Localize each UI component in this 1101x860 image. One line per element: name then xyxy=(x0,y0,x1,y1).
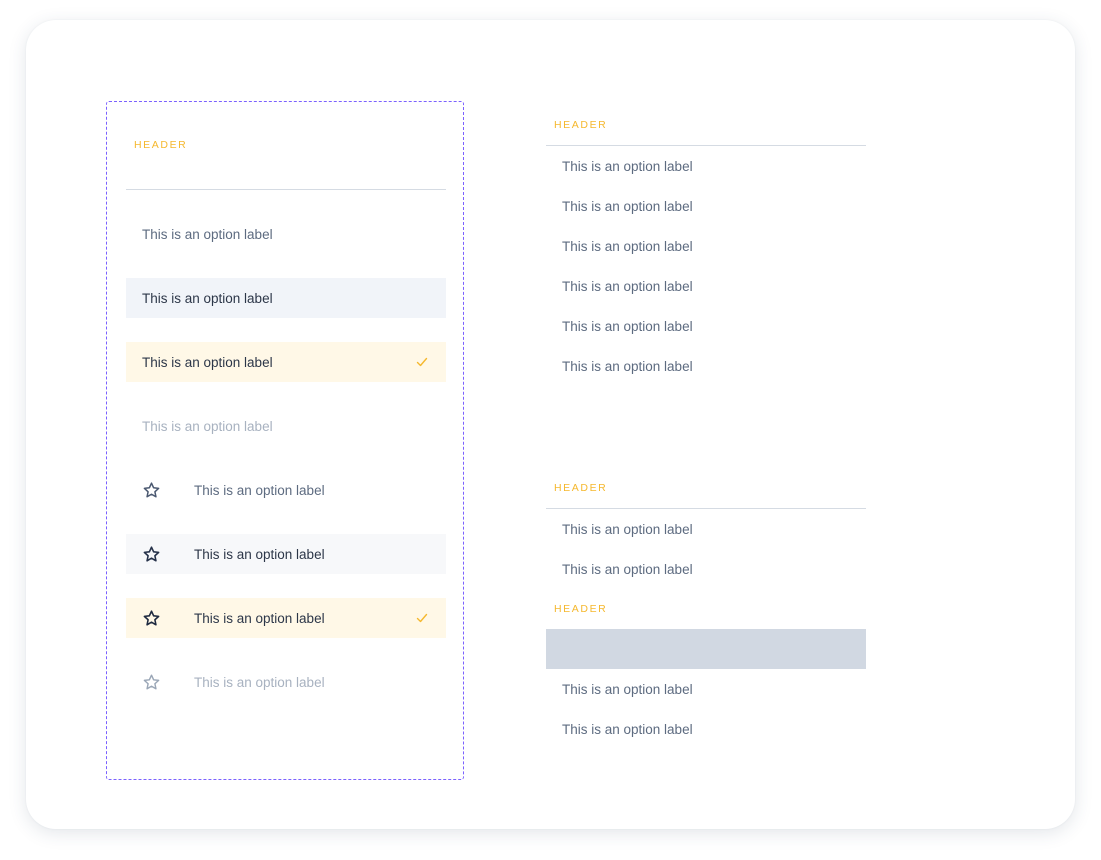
group-header: HEADER xyxy=(554,603,608,615)
option-label: This is an option label xyxy=(562,358,693,374)
option-item-disabled: This is an option label xyxy=(126,406,446,446)
option-label: This is an option label xyxy=(562,721,693,737)
option-label: This is an option label xyxy=(194,546,325,562)
option-label: This is an option label xyxy=(194,482,325,498)
option-label: This is an option label xyxy=(562,198,693,214)
option-item-selected[interactable]: This is an option label xyxy=(126,342,446,382)
check-icon xyxy=(416,613,428,623)
option-label: This is an option label xyxy=(562,561,693,577)
star-icon xyxy=(143,546,160,562)
option-item-hover[interactable]: This is an option label xyxy=(126,278,446,318)
option-item[interactable]: This is an option label xyxy=(546,146,866,186)
group-header: HEADER xyxy=(554,119,608,131)
option-label: This is an option label xyxy=(562,158,693,174)
star-icon xyxy=(143,674,160,690)
group-header: HEADER xyxy=(134,139,188,151)
option-label: This is an option label xyxy=(194,674,325,690)
option-item[interactable]: This is an option label xyxy=(546,549,866,589)
option-item-icon-selected[interactable]: This is an option label xyxy=(126,598,446,638)
option-item-icon-default[interactable]: This is an option label xyxy=(126,470,446,510)
placeholder-row xyxy=(546,629,866,669)
header-divider xyxy=(126,189,446,190)
option-label: This is an option label xyxy=(562,681,693,697)
option-label: This is an option label xyxy=(142,226,273,242)
option-item[interactable]: This is an option label xyxy=(546,226,866,266)
option-item[interactable]: This is an option label xyxy=(546,266,866,306)
option-label: This is an option label xyxy=(562,238,693,254)
option-label: This is an option label xyxy=(142,354,273,370)
option-label: This is an option label xyxy=(562,318,693,334)
option-item[interactable]: This is an option label xyxy=(546,509,866,549)
option-item-icon-disabled: This is an option label xyxy=(126,662,446,702)
option-item[interactable]: This is an option label xyxy=(546,186,866,226)
option-item-icon-hover[interactable]: This is an option label xyxy=(126,534,446,574)
option-label: This is an option label xyxy=(142,418,273,434)
star-icon xyxy=(143,610,160,626)
option-item-default[interactable]: This is an option label xyxy=(126,214,446,254)
option-item[interactable]: This is an option label xyxy=(546,669,866,709)
option-label: This is an option label xyxy=(194,610,325,626)
option-item[interactable]: This is an option label xyxy=(546,709,866,749)
group-header: HEADER xyxy=(554,482,608,494)
star-icon xyxy=(143,482,160,498)
option-item[interactable]: This is an option label xyxy=(546,306,866,346)
option-label: This is an option label xyxy=(142,290,273,306)
option-item[interactable]: This is an option label xyxy=(546,346,866,386)
option-label: This is an option label xyxy=(562,278,693,294)
check-icon xyxy=(416,357,428,367)
option-label: This is an option label xyxy=(562,521,693,537)
